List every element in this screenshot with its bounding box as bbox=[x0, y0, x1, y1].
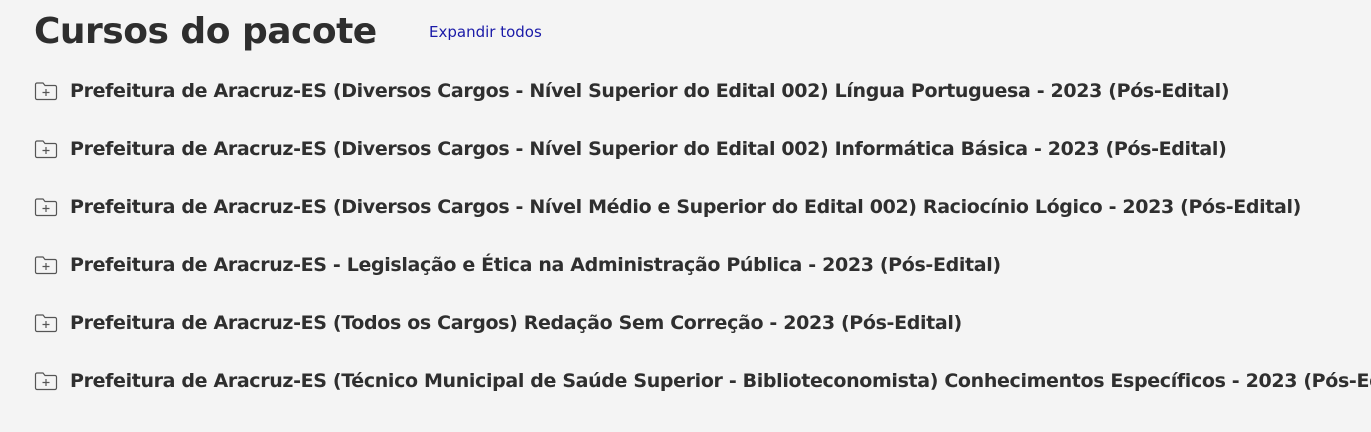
course-item[interactable]: Prefeitura de Aracruz-ES (Diversos Cargo… bbox=[34, 178, 1371, 236]
course-item[interactable]: Prefeitura de Aracruz-ES (Diversos Cargo… bbox=[34, 120, 1371, 178]
course-title[interactable]: Prefeitura de Aracruz-ES (Técnico Munici… bbox=[70, 370, 1371, 392]
course-title[interactable]: Prefeitura de Aracruz-ES (Diversos Cargo… bbox=[70, 138, 1227, 160]
course-item[interactable]: Prefeitura de Aracruz-ES (Diversos Cargo… bbox=[34, 62, 1371, 120]
course-list: Prefeitura de Aracruz-ES (Diversos Cargo… bbox=[34, 62, 1371, 410]
folder-plus-icon[interactable] bbox=[34, 197, 58, 217]
folder-plus-icon[interactable] bbox=[34, 255, 58, 275]
course-item[interactable]: Prefeitura de Aracruz-ES - Legislação e … bbox=[34, 236, 1371, 294]
expand-all-link[interactable]: Expandir todos bbox=[429, 23, 542, 41]
course-item[interactable]: Prefeitura de Aracruz-ES (Todos os Cargo… bbox=[34, 294, 1371, 352]
folder-plus-icon[interactable] bbox=[34, 371, 58, 391]
course-title[interactable]: Prefeitura de Aracruz-ES - Legislação e … bbox=[70, 254, 1001, 276]
course-title[interactable]: Prefeitura de Aracruz-ES (Todos os Cargo… bbox=[70, 312, 962, 334]
course-title[interactable]: Prefeitura de Aracruz-ES (Diversos Cargo… bbox=[70, 196, 1301, 218]
folder-plus-icon[interactable] bbox=[34, 139, 58, 159]
folder-plus-icon[interactable] bbox=[34, 313, 58, 333]
folder-plus-icon[interactable] bbox=[34, 81, 58, 101]
course-item[interactable]: Prefeitura de Aracruz-ES (Técnico Munici… bbox=[34, 352, 1371, 410]
page-title: Cursos do pacote bbox=[34, 10, 377, 52]
page-header: Cursos do pacote bbox=[34, 6, 377, 56]
course-title[interactable]: Prefeitura de Aracruz-ES (Diversos Cargo… bbox=[70, 80, 1230, 102]
